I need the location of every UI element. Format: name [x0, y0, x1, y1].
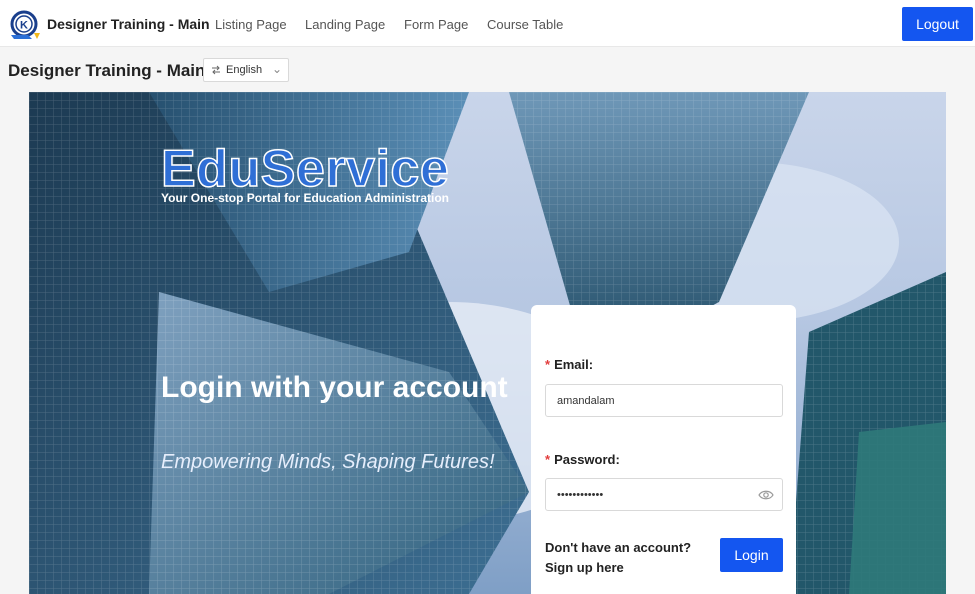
page-title: Designer Training - Main: [8, 61, 206, 80]
email-field[interactable]: amandalam: [545, 384, 783, 417]
login-button[interactable]: Login: [720, 538, 783, 572]
app-name[interactable]: Designer Training - Main: [47, 16, 210, 32]
email-label-text: Email:: [554, 357, 594, 372]
nav-course-table[interactable]: Course Table: [487, 17, 563, 32]
email-value: amandalam: [557, 394, 615, 407]
eye-icon[interactable]: [758, 487, 774, 503]
email-label: * Email:: [545, 357, 593, 372]
language-selector[interactable]: English ⌄: [203, 58, 289, 82]
swap-icon: [212, 65, 220, 75]
required-marker: *: [545, 452, 551, 467]
nav-landing-page[interactable]: Landing Page: [305, 17, 385, 32]
language-value: English: [226, 64, 263, 76]
brand-tagline: Your One-stop Portal for Education Admin…: [161, 191, 450, 205]
nav-listing-page[interactable]: Listing Page: [215, 17, 287, 32]
brand-logo-text: EduService: [160, 139, 450, 199]
logout-button[interactable]: Logout: [902, 7, 973, 41]
svg-text:K: K: [20, 20, 28, 32]
slogan: Empowering Minds, Shaping Futures!: [161, 451, 495, 473]
password-field[interactable]: ••••••••••••: [545, 478, 783, 511]
top-navbar: K Designer Training - Main Listing Page …: [0, 0, 975, 47]
nav-form-page[interactable]: Form Page: [404, 17, 468, 32]
password-label-text: Password:: [554, 452, 620, 467]
page-header: Designer Training - Main English ⌄: [0, 48, 975, 92]
login-card: * Email: amandalam * Password: •••••••••••…: [531, 305, 796, 594]
hero-banner: EduService Your One-stop Portal for Educ…: [29, 92, 946, 594]
chevron-down-icon: ⌄: [271, 62, 282, 76]
password-value: ••••••••••••: [557, 488, 604, 501]
k-logo-icon[interactable]: K: [8, 9, 42, 41]
password-label: * Password:: [545, 452, 620, 467]
required-marker: *: [545, 357, 551, 372]
login-headline: Login with your account: [161, 371, 508, 404]
signup-link[interactable]: Don't have an account? Sign up here: [545, 538, 705, 578]
